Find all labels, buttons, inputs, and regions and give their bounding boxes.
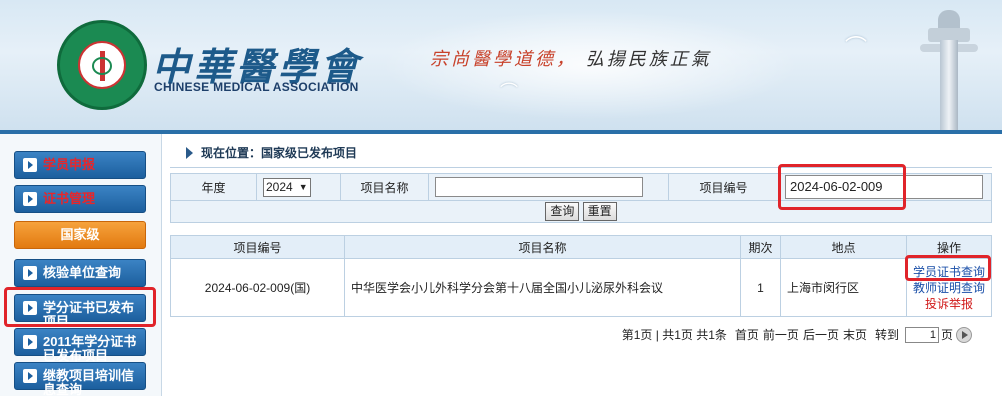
cell-actions: 学员证书查询 教师证明查询 投诉举报	[906, 258, 992, 317]
year-label: 年度	[170, 173, 257, 201]
arrow-right-icon	[23, 301, 37, 315]
project-name-input[interactable]	[435, 177, 643, 197]
arrow-right-icon	[23, 266, 37, 280]
huabiao-pillar-icon	[920, 10, 978, 130]
cma-logo	[57, 20, 147, 110]
cell-location: 上海市闵行区	[780, 258, 907, 317]
sidebar-item-label: 核验单位查询	[43, 265, 122, 280]
sidebar-item-student-apply[interactable]: 学员申报	[14, 151, 146, 179]
project-name-label: 项目名称	[340, 173, 429, 201]
query-button[interactable]: 查询	[545, 202, 580, 221]
pager-first[interactable]: 首页	[735, 326, 759, 343]
table-header-row: 项目编号 项目名称 期次 地点 操作	[170, 235, 992, 259]
arrow-right-icon	[23, 158, 37, 172]
org-name-en: CHINESE MEDICAL ASSOCIATION	[154, 80, 359, 94]
slogan-part-1: 宗尚醫學道德，	[430, 49, 577, 70]
sidebar-item-label: 继教项目培训信息查询	[43, 368, 135, 396]
search-form: 年度 2024 ▼ 项目名称 项目编号 2024-06-02-009 查询 重置	[170, 173, 992, 223]
sidebar: 学员申报 证书管理 国家级 核验单位查询 学分证书已发布项目 2011年学分证书…	[0, 134, 162, 396]
logo-emblem-icon	[78, 41, 126, 89]
header-banner: 中華醫學會 CHINESE MEDICAL ASSOCIATION 宗尚醫學道德…	[0, 0, 1002, 130]
pager-next[interactable]: 后一页	[803, 326, 839, 343]
reset-button[interactable]: 重置	[582, 202, 617, 221]
pager-summary: 第1页 | 共1页 共1条	[621, 328, 727, 342]
complaint-link[interactable]: 投诉举报	[907, 296, 991, 312]
arrow-right-icon	[23, 369, 37, 383]
results-table: 项目编号 项目名称 期次 地点 操作 2024-06-02-009(国) 中华医…	[170, 235, 992, 317]
main-content: 现在位置：国家级已发布项目 年度 2024 ▼ 项目名称 项目编号 2024-0…	[170, 138, 992, 396]
sidebar-item-label: 学分证书已发布项目	[43, 300, 135, 329]
student-certificate-link[interactable]: 学员证书查询	[907, 264, 991, 280]
cell-project-name: 中华医学会小儿外科学分会第十八届全国小儿泌尿外科会议	[344, 258, 741, 317]
breadcrumb: 现在位置：国家级已发布项目	[170, 138, 992, 168]
slogan-part-2: 弘揚民族正氣	[585, 49, 712, 70]
column-header: 项目名称	[344, 235, 741, 259]
project-code-input[interactable]: 2024-06-02-009	[785, 175, 983, 199]
breadcrumb-text: 现在位置：国家级已发布项目	[201, 146, 358, 160]
go-arrow-icon[interactable]	[956, 326, 972, 343]
sidebar-item-label: 国家级	[60, 227, 100, 242]
search-actions: 查询 重置	[170, 200, 992, 223]
column-header: 项目编号	[170, 235, 345, 259]
project-name-cell	[428, 173, 669, 201]
column-header: 操作	[906, 235, 992, 259]
project-code-label: 项目编号	[668, 173, 779, 201]
slogan: 宗尚醫學道德， 弘揚民族正氣	[430, 45, 712, 71]
chevron-down-icon: ▼	[298, 182, 308, 192]
bird-icon: ⌒	[845, 35, 868, 60]
sidebar-item-2011-published[interactable]: 2011年学分证书已发布项目	[14, 328, 146, 363]
sidebar-item-national[interactable]: 国家级	[14, 221, 146, 249]
project-code-cell: 2024-06-02-009	[778, 173, 992, 201]
pager-page-suffix: 页	[940, 328, 953, 342]
page-number-input[interactable]: 1	[904, 326, 939, 343]
sidebar-item-verify-unit[interactable]: 核验单位查询	[14, 259, 146, 287]
bird-icon: ⌒	[500, 82, 518, 102]
cell-project-code: 2024-06-02-009(国)	[170, 258, 345, 317]
year-select-value: 2024	[266, 180, 293, 194]
year-select[interactable]: 2024 ▼	[263, 177, 311, 197]
arrow-right-icon	[23, 192, 37, 206]
pager-prev[interactable]: 前一页	[763, 326, 799, 343]
sidebar-item-published-projects[interactable]: 学分证书已发布项目	[14, 294, 146, 329]
year-cell: 2024 ▼	[256, 173, 341, 201]
sidebar-item-certificate-manage[interactable]: 证书管理	[14, 185, 146, 213]
column-header: 地点	[780, 235, 907, 259]
pager-last[interactable]: 末页	[843, 326, 867, 343]
sidebar-item-label: 学员申报	[43, 157, 96, 172]
column-header: 期次	[740, 235, 781, 259]
pager-goto-label: 转到	[874, 328, 899, 342]
table-row: 2024-06-02-009(国) 中华医学会小儿外科学分会第十八届全国小儿泌尿…	[170, 258, 992, 317]
pagination: 第1页 | 共1页 共1条 首页 前一页 后一页 末页 转到 1 页	[622, 326, 972, 343]
sidebar-item-label: 证书管理	[43, 191, 96, 206]
cell-session: 1	[740, 258, 781, 317]
sidebar-item-training-info[interactable]: 继教项目培训信息查询	[14, 362, 146, 396]
teacher-proof-link[interactable]: 教师证明查询	[907, 280, 991, 296]
sidebar-item-label: 2011年学分证书已发布项目	[43, 334, 137, 363]
arrow-right-icon	[23, 335, 37, 349]
triangle-right-icon	[186, 146, 193, 159]
